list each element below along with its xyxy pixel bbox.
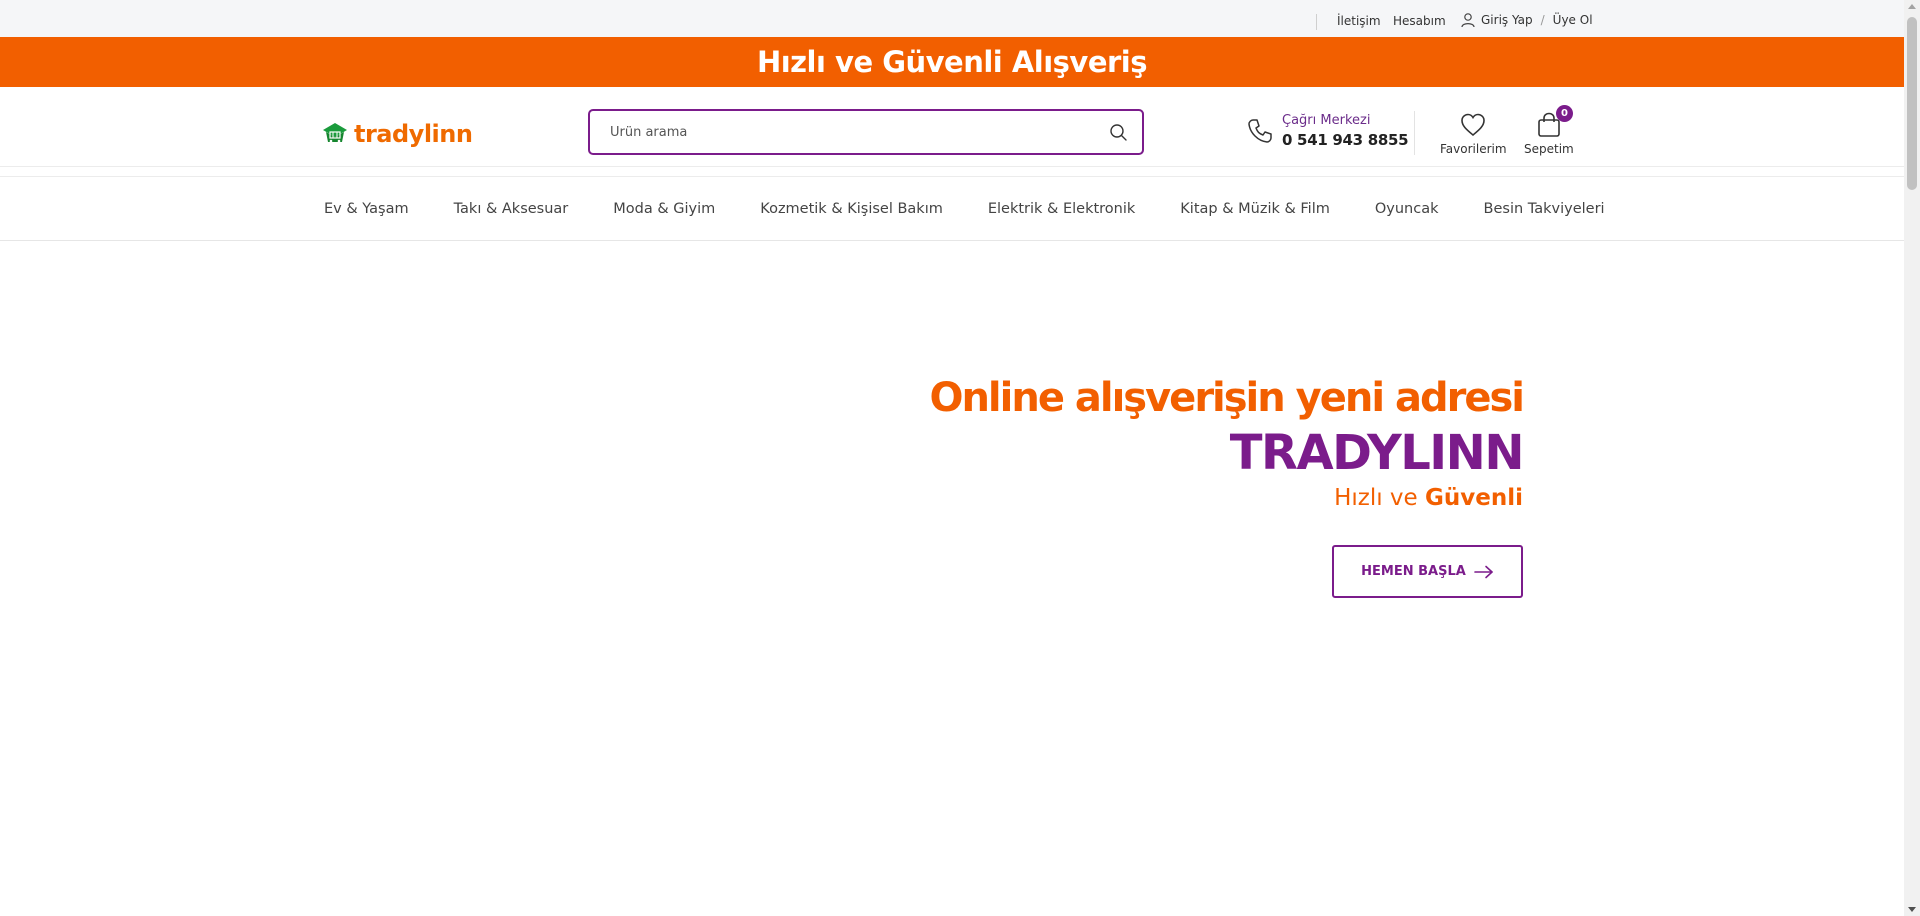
hero-brand-name: TRADYLINN [1229,425,1525,481]
search-icon[interactable] [1108,122,1128,142]
heart-icon [1461,113,1486,137]
promo-banner: Hızlı ve Güvenli Alışveriş [0,37,1904,87]
category-nav: Ev & Yaşam Takı & Aksesuar Moda & Giyim … [0,176,1904,241]
nav-item-kitap-muzik-film[interactable]: Kitap & Müzik & Film [1180,201,1330,217]
banner-title: Hızlı ve Güvenli Alışveriş [756,45,1148,79]
cart-label: Sepetim [1524,142,1574,156]
my-account-link[interactable]: Hesabım [1393,14,1446,28]
scroll-down-arrow-icon[interactable] [1908,907,1916,912]
call-center-number[interactable]: 0 541 943 8855 [1282,131,1409,149]
scrollbar-thumb[interactable] [1907,17,1917,190]
contact-link[interactable]: İletişim [1337,14,1381,28]
nav-item-moda-giyim[interactable]: Moda & Giyim [613,201,715,217]
login-link[interactable]: Giriş Yap [1481,13,1533,27]
nav-item-elektronik[interactable]: Elektrik & Elektronik [988,201,1135,217]
call-center[interactable]: Çağrı Merkezi 0 541 943 8855 [1246,113,1409,149]
hero-tagline-bold: Güvenli [1425,485,1523,511]
scroll-up-arrow-icon[interactable] [1908,4,1916,9]
register-link[interactable]: Üye Ol [1553,13,1593,27]
topbar-divider [1316,14,1317,30]
logo-text: tradylinn [354,120,473,148]
site-logo[interactable]: tradylinn [320,120,473,148]
phone-icon [1248,119,1272,143]
header-divider [1414,111,1415,155]
page-scrollbar[interactable] [1904,0,1920,916]
hero-headline: Online alışverişin yeni adresi [929,375,1525,421]
login-separator: / [1540,13,1545,27]
favorites-button[interactable]: Favorilerim [1440,111,1507,156]
login-register-group: Giriş Yap / Üye Ol [1460,12,1593,28]
cart-button[interactable]: 0 Sepetim [1524,105,1574,156]
nav-item-ev-yasam[interactable]: Ev & Yaşam [324,201,409,217]
cart-count-badge: 0 [1556,105,1573,122]
shopping-cart-logo-icon [323,123,347,143]
top-utility-bar: İletişim Hesabım Giriş Yap / Üye Ol [0,0,1904,37]
favorites-label: Favorilerim [1440,142,1507,156]
nav-item-taki-aksesuar[interactable]: Takı & Aksesuar [454,201,569,217]
site-header: tradylinn Çağrı Merkezi 0 541 943 8855 F… [0,87,1904,167]
nav-item-oyuncak[interactable]: Oyuncak [1375,201,1439,217]
search-box [588,109,1144,155]
start-now-label: HEMEN BAŞLA [1361,564,1466,579]
hero-tagline-prefix: Hızlı ve [1334,485,1418,511]
nav-item-besin-takviyeleri[interactable]: Besin Takviyeleri [1484,201,1605,217]
hero-section: Online alışverişin yeni adresi TRADYLINN… [0,242,1904,916]
search-input[interactable] [610,123,1070,141]
start-now-button[interactable]: HEMEN BAŞLA [1332,545,1523,598]
call-center-label: Çağrı Merkezi [1282,113,1371,128]
hero-tagline: Hızlı ve Güvenli [1334,485,1523,511]
arrow-right-icon [1474,565,1493,578]
user-icon [1461,13,1475,28]
nav-item-kozmetik[interactable]: Kozmetik & Kişisel Bakım [760,201,943,217]
